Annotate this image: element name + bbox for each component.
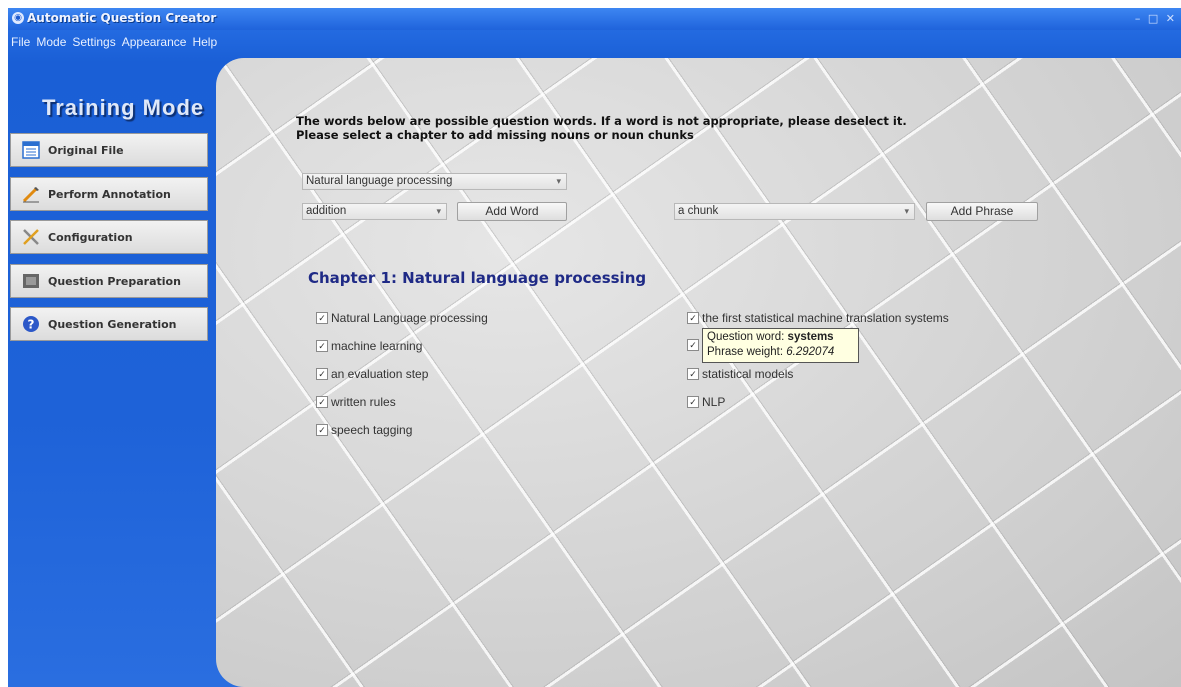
nav-perform-annotation[interactable]: Perform Annotation <box>10 177 208 211</box>
checkbox-label: Natural Language processing <box>331 311 488 325</box>
checkbox-label: machine learning <box>331 339 423 353</box>
checkmark-icon: ✓ <box>687 312 699 324</box>
question-phrase-checkbox[interactable]: ✓ NLP <box>687 395 725 409</box>
nav-original-file[interactable]: Original File <box>10 133 208 167</box>
checkmark-icon: ✓ <box>687 396 699 408</box>
checkbox-label: NLP <box>702 395 726 409</box>
chapter-select-value: Natural language processing <box>306 175 453 187</box>
checkmark-icon: ✓ <box>316 396 328 408</box>
word-select[interactable]: addition ▾ <box>302 203 447 220</box>
tooltip-word-line: Question word: systems <box>707 330 854 345</box>
chevron-down-icon: ▾ <box>556 176 561 186</box>
phrase-select[interactable]: a chunk ▾ <box>674 203 915 220</box>
sidebar-title: Training Mode <box>42 95 205 120</box>
checkbox-label: the first statistical machine translatio… <box>702 311 949 325</box>
add-phrase-button[interactable]: Add Phrase <box>926 202 1038 221</box>
question-word-checkbox[interactable]: ✓ written rules <box>316 395 396 409</box>
tools-icon <box>21 227 41 247</box>
menu-help[interactable]: Help <box>189 33 220 51</box>
question-phrase-checkbox[interactable]: ✓ <box>687 339 702 351</box>
checkbox-label: written rules <box>331 395 396 409</box>
tooltip-weight: 6.292074 <box>786 346 835 358</box>
nav-configuration[interactable]: Configuration <box>10 220 208 254</box>
window-controls[interactable]: – □ ✕ <box>1135 12 1177 25</box>
menu-bar: File Mode Settings Appearance Help <box>8 33 220 51</box>
pen-annotation-icon <box>21 184 41 204</box>
instruction-line-2: Please select a chapter to add missing n… <box>296 128 694 142</box>
menu-settings[interactable]: Settings <box>69 33 118 51</box>
menu-mode[interactable]: Mode <box>33 33 69 51</box>
checkbox-label: speech tagging <box>331 423 413 437</box>
tooltip-weight-prefix: Phrase weight: <box>707 346 787 358</box>
chevron-down-icon: ▾ <box>436 206 441 216</box>
chapter-select[interactable]: Natural language processing ▾ <box>302 173 567 190</box>
nav-label: Original File <box>48 143 124 157</box>
tooltip-word-prefix: Question word: <box>707 331 788 343</box>
question-phrase-checkbox[interactable]: ✓ statistical models <box>687 367 793 381</box>
menu-file[interactable]: File <box>8 33 33 51</box>
tooltip-word: systems <box>787 331 834 343</box>
nav-label: Perform Annotation <box>48 187 171 201</box>
instruction-line-1: The words below are possible question wo… <box>296 114 907 128</box>
question-word-checkbox[interactable]: ✓ machine learning <box>316 339 422 353</box>
document-list-icon <box>21 140 41 160</box>
checkmark-icon: ✓ <box>316 340 328 352</box>
checkbox-label: an evaluation step <box>331 367 429 381</box>
chevron-down-icon: ▾ <box>904 206 909 216</box>
question-word-checkbox[interactable]: ✓ speech tagging <box>316 423 412 437</box>
add-word-button[interactable]: Add Word <box>457 202 567 221</box>
checkbox-label: statistical models <box>702 367 794 381</box>
question-icon: ? <box>21 314 41 334</box>
svg-text:?: ? <box>28 318 35 332</box>
chapter-heading: Chapter 1: Natural language processing <box>308 269 647 287</box>
main-panel: The words below are possible question wo… <box>216 58 1181 687</box>
question-word-checkbox[interactable]: ✓ Natural Language processing <box>316 311 488 325</box>
tooltip-weight-line: Phrase weight: 6.292074 <box>707 345 854 360</box>
checkmark-icon: ✓ <box>687 368 699 380</box>
word-select-value: addition <box>306 205 347 217</box>
nav-question-generation[interactable]: ? Question Generation <box>10 307 208 341</box>
film-icon <box>21 271 41 291</box>
title-bar[interactable]: ◉ Automatic Question Creator – □ ✕ <box>8 8 1181 30</box>
checkmark-icon: ✓ <box>316 368 328 380</box>
checkmark-icon: ✓ <box>687 339 699 351</box>
nav-label: Configuration <box>48 230 133 244</box>
question-word-checkbox[interactable]: ✓ an evaluation step <box>316 367 428 381</box>
app-window: ◉ Automatic Question Creator – □ ✕ File … <box>8 8 1181 687</box>
window-title: Automatic Question Creator <box>27 11 217 25</box>
question-phrase-checkbox[interactable]: ✓ the first statistical machine translat… <box>687 311 949 325</box>
menu-appearance[interactable]: Appearance <box>119 33 190 51</box>
checkmark-icon: ✓ <box>316 424 328 436</box>
app-icon: ◉ <box>12 12 24 24</box>
checkmark-icon: ✓ <box>316 312 328 324</box>
phrase-select-value: a chunk <box>678 205 719 217</box>
nav-label: Question Generation <box>48 317 177 331</box>
nav-question-preparation[interactable]: Question Preparation <box>10 264 208 298</box>
phrase-tooltip: Question word: systems Phrase weight: 6.… <box>702 328 859 363</box>
nav-label: Question Preparation <box>48 274 181 288</box>
